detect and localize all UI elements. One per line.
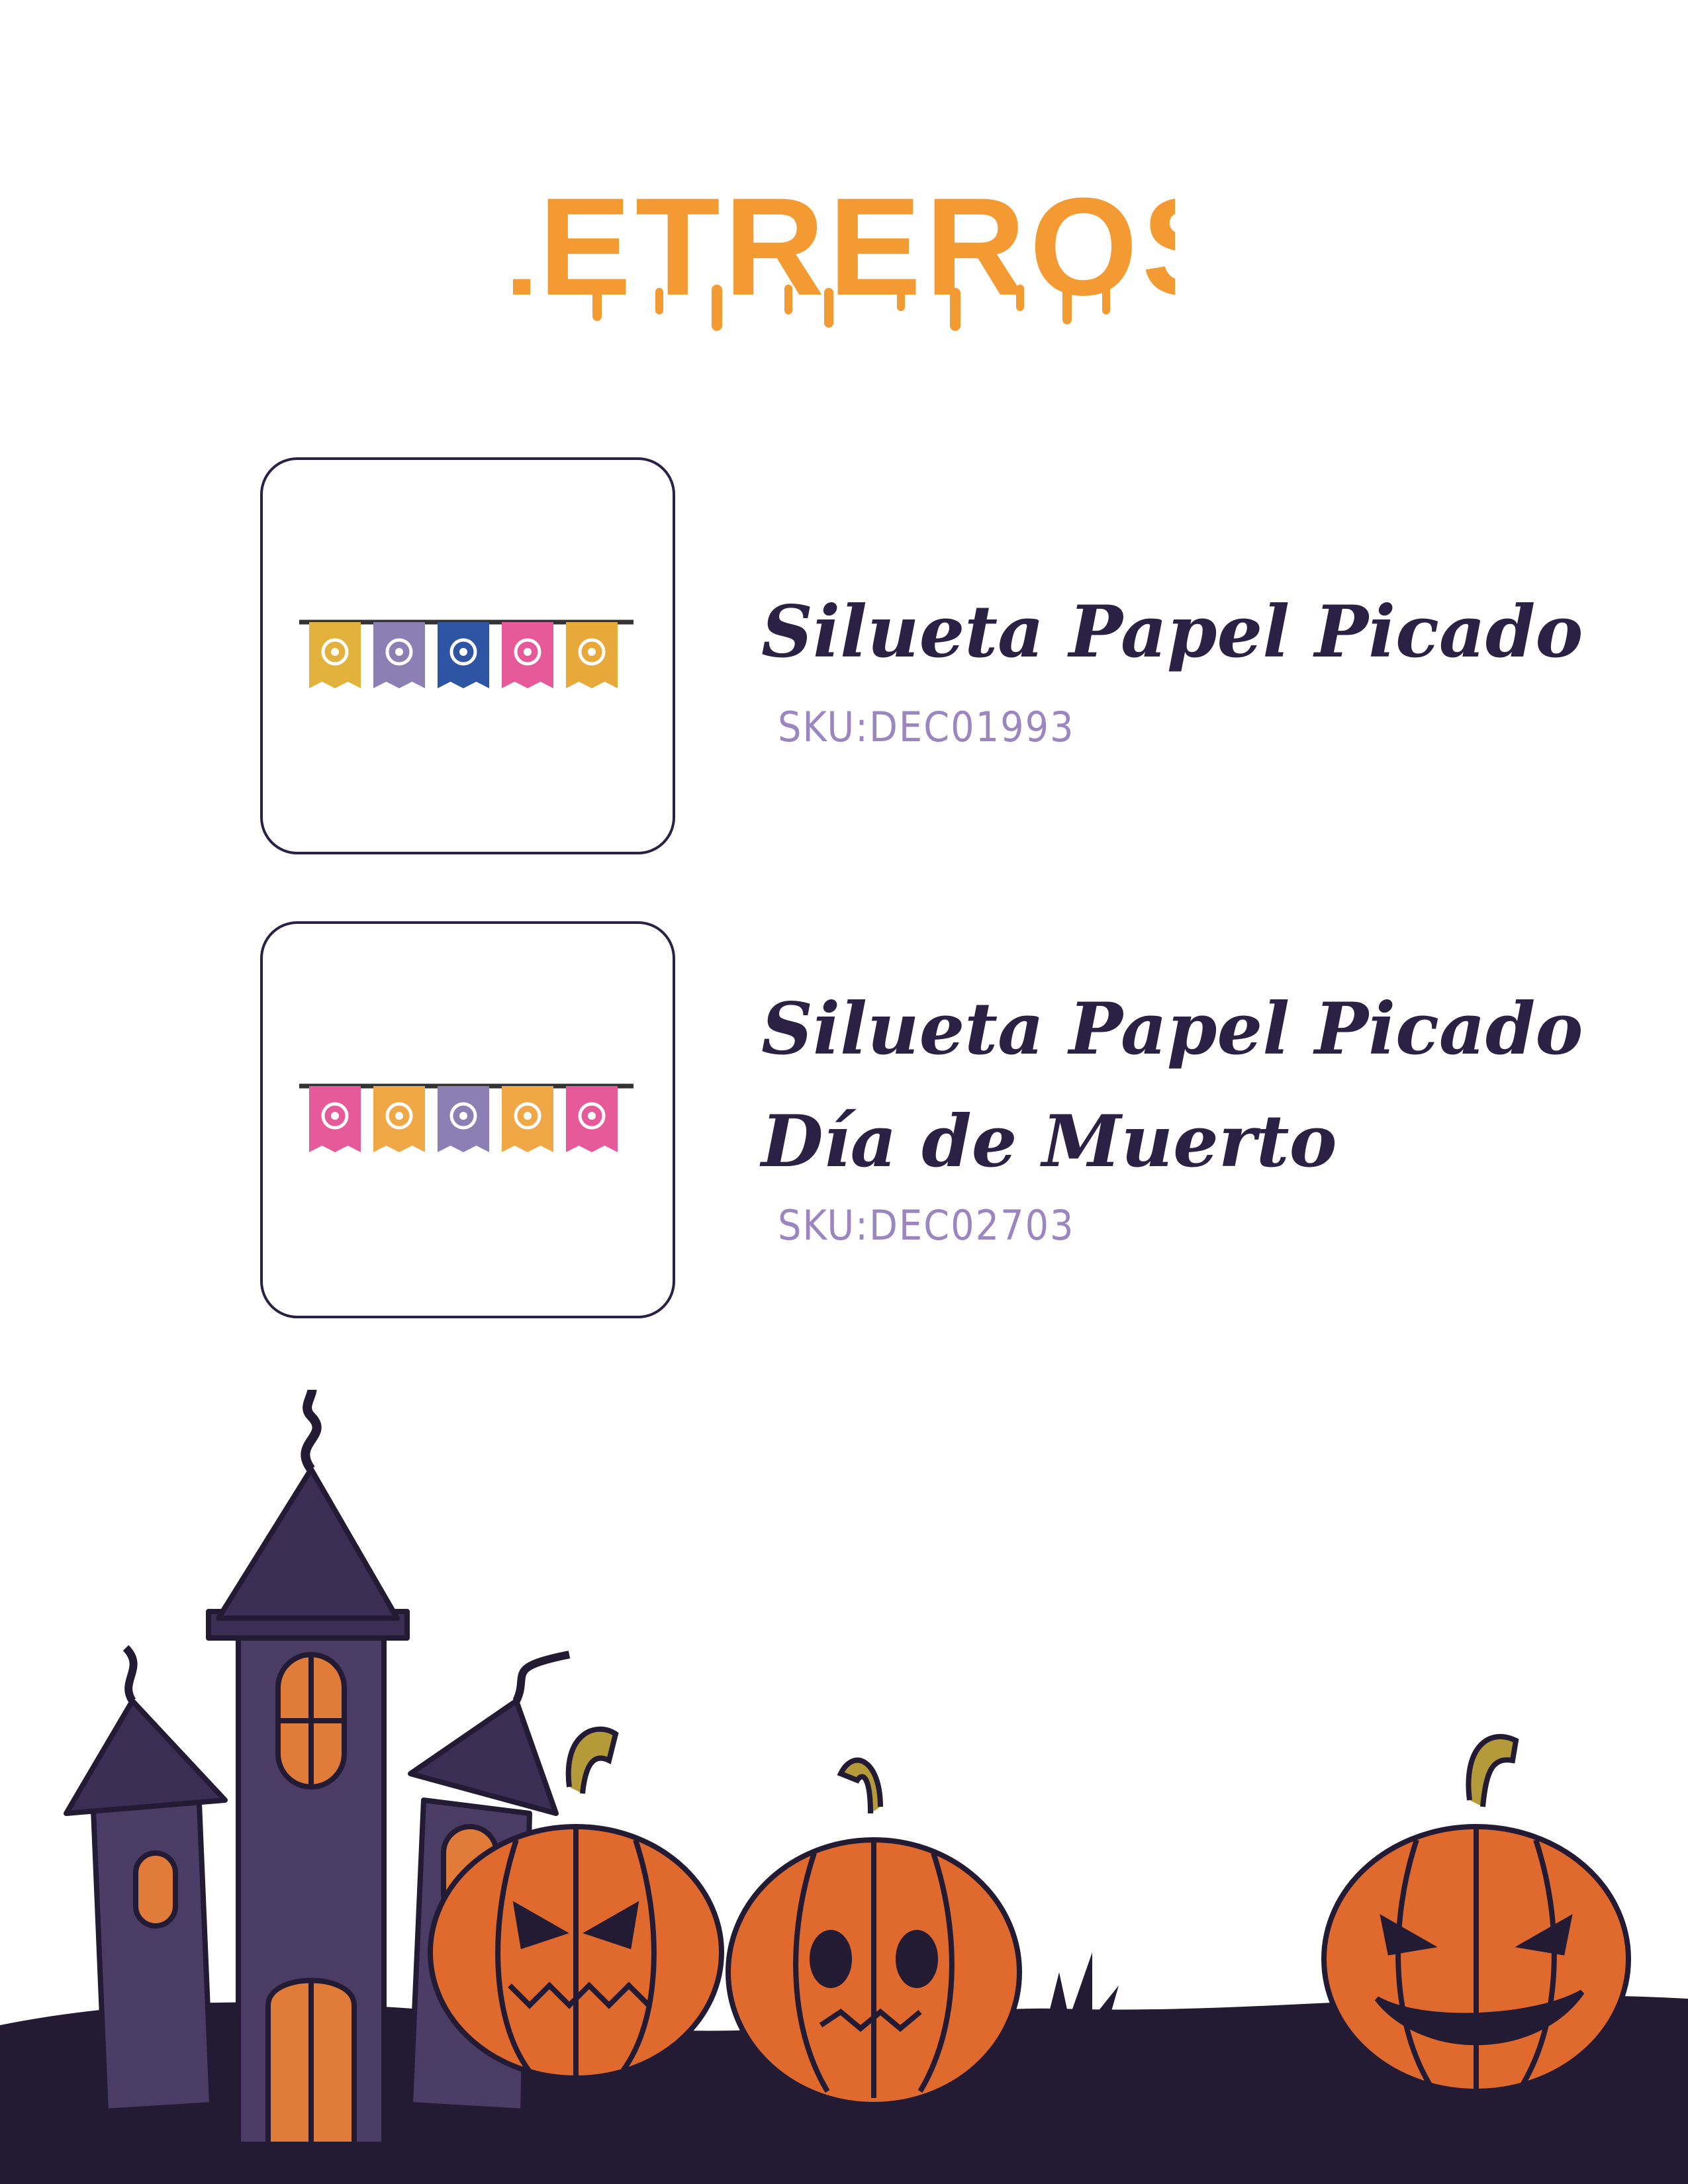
product-name-1: Silueta Papel Picado [761, 576, 1583, 688]
pumpkin-smile-illustration [1321, 1734, 1631, 2094]
papel-picado-flag-3 [438, 1086, 489, 1152]
papel-picado-flag-2 [373, 622, 425, 688]
papel-picado-flag-1 [309, 622, 361, 688]
product-image-card-1 [260, 457, 675, 854]
page-title-text: LETREROS [513, 169, 1175, 324]
papel-picado-flag-3 [438, 622, 489, 688]
papel-picado-flag-5 [566, 1086, 618, 1152]
grass-tuft-illustration [1046, 1952, 1119, 2032]
papel-picado-banner-2 [299, 1083, 633, 1152]
product-sku-1: SKU:DEC01993 [778, 703, 1075, 751]
product-image-card-2 [260, 921, 675, 1318]
papel-picado-flag-4 [502, 1086, 553, 1152]
page-title-container: LETREROS [0, 159, 1688, 344]
product-name-1-line-1: Silueta Papel Picado [761, 590, 1583, 674]
halloween-scene-illustration [0, 1390, 1688, 2184]
product-sku-2: SKU:DEC02703 [778, 1201, 1075, 1250]
papel-picado-flag-4 [502, 622, 553, 688]
papel-picado-flag-1 [309, 1086, 361, 1152]
papel-picado-banner-1 [299, 619, 633, 688]
papel-picado-flag-5 [566, 622, 618, 688]
product-name-2-line-2: Día de Muerto [761, 1100, 1337, 1183]
product-name-2-line-1: Silueta Papel Picado [761, 987, 1583, 1071]
pumpkin-sad-face-illustration [726, 1757, 1022, 2107]
papel-picado-flag-2 [373, 1086, 425, 1152]
product-name-2: Silueta Papel Picado Día de Muerto [761, 973, 1583, 1198]
page-title: LETREROS [513, 169, 1175, 331]
